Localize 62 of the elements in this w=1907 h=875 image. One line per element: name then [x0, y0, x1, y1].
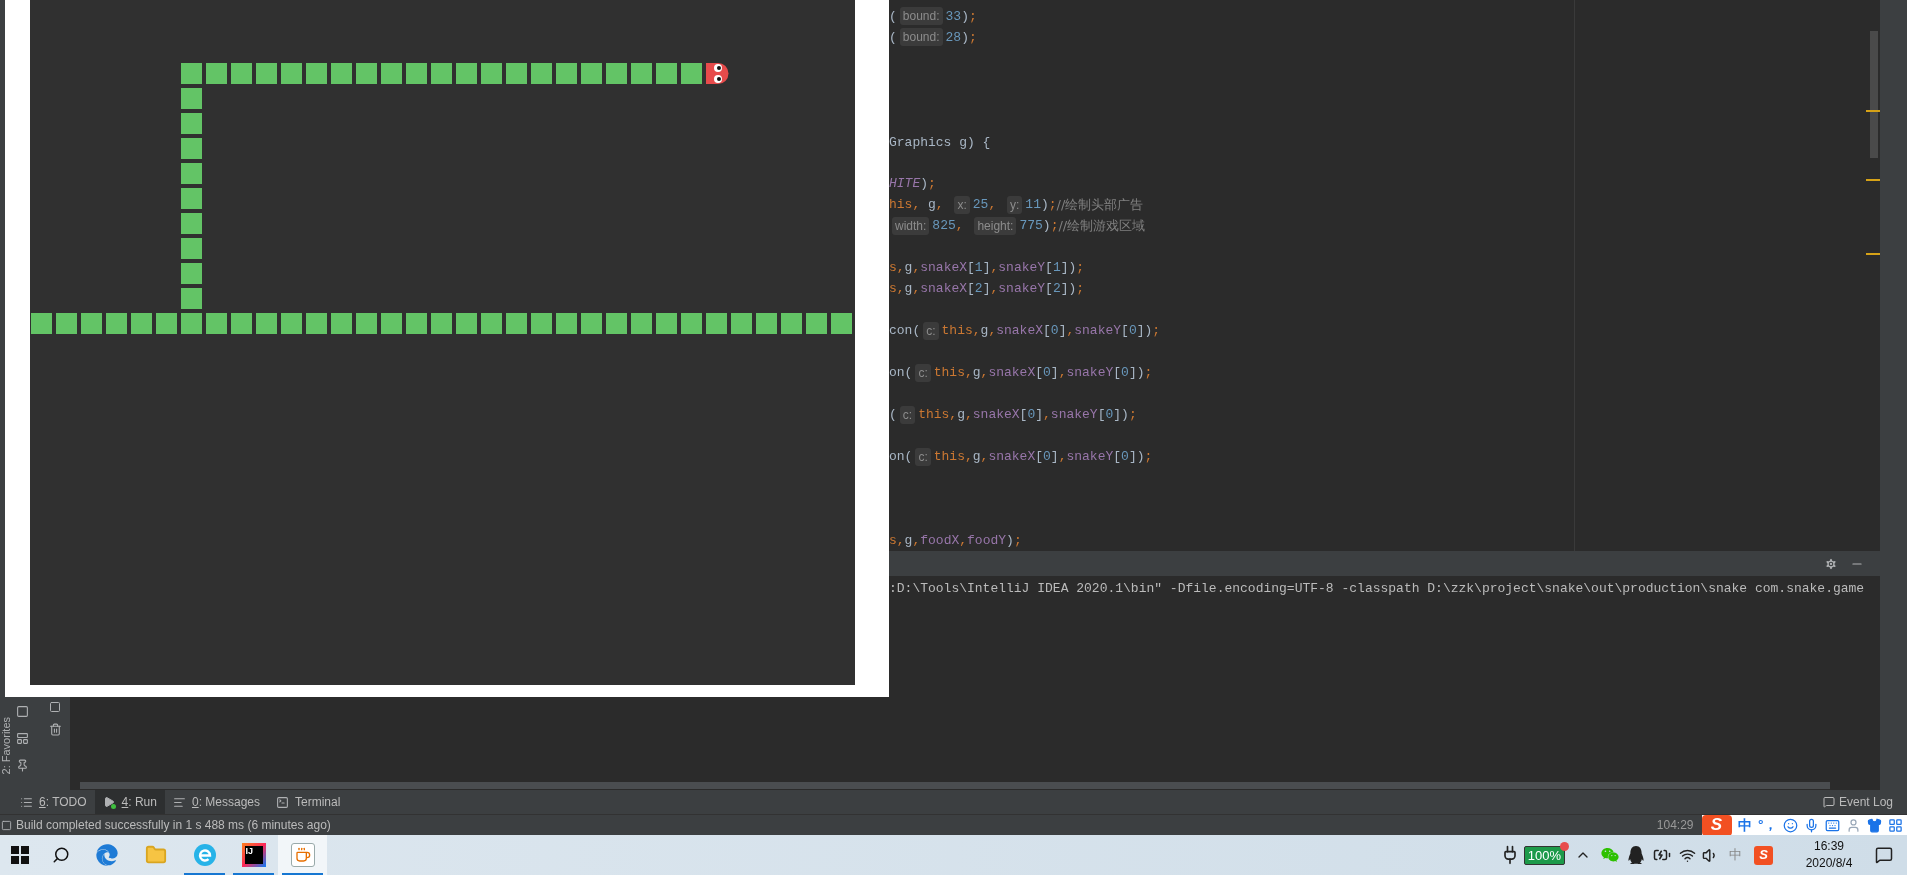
search-icon — [52, 846, 70, 864]
input-language[interactable]: 中 — [1729, 845, 1742, 865]
speech-bubble-icon — [1822, 796, 1835, 808]
caret-position[interactable]: 104:29 — [1656, 816, 1694, 834]
taskbar-app[interactable] — [278, 835, 327, 875]
code-line: s,g,foodX,foodY); — [889, 531, 1023, 550]
code-line: width: 825, height: 775);//绘制游戏区域 — [889, 215, 1574, 237]
tool-window-tab[interactable]: 4: Run — [94, 790, 165, 814]
status-message: Build completed successfully in 1 s 488 ms (6 minutes ago) — [16, 817, 331, 834]
folder-icon — [144, 844, 167, 866]
terminal-icon — [276, 795, 289, 809]
shirt-icon[interactable] — [1867, 817, 1882, 833]
favorites-tab[interactable]: 2: Favorites — [0, 716, 12, 774]
code-line: Graphics g) { — [889, 133, 992, 152]
horizontal-scrollbar[interactable] — [80, 782, 1830, 789]
code-line: his, g, x: 25, y: 11);//绘制头部广告 — [889, 195, 1145, 216]
smiley-icon[interactable] — [1783, 817, 1798, 833]
scrollbar-thumb[interactable] — [1870, 31, 1878, 158]
code-line: s,g,snakeX[2],snakeY[2]); — [889, 280, 1086, 299]
code-line: ( bound: 33); — [889, 6, 978, 27]
pin-icon[interactable] — [15, 759, 29, 772]
code-line: on( c: this,g,snakeX[0],snakeY[0]); — [889, 362, 1154, 384]
person-icon[interactable] — [1846, 817, 1861, 833]
keyboard-icon[interactable] — [1825, 817, 1840, 833]
event-log-button[interactable]: Event Log — [1822, 793, 1893, 811]
list-icon — [20, 795, 33, 809]
square-icon[interactable] — [49, 701, 61, 713]
layout-icon[interactable] — [15, 732, 29, 745]
ime-logo[interactable]: S — [1701, 814, 1732, 836]
grid-icon[interactable] — [1888, 817, 1903, 833]
code-line: HITE); — [889, 175, 937, 194]
code-line: con( c: this,g,snakeX[0],snakeY[0]); — [889, 321, 1162, 342]
warning-marker[interactable] — [1866, 110, 1880, 112]
ime-tray-logo[interactable]: S — [1754, 845, 1773, 865]
taskbar-app[interactable]: IJ — [229, 835, 278, 875]
code-line: ( bound: 28); — [889, 27, 978, 48]
ime-punctuation[interactable]: °， — [1757, 815, 1777, 835]
code-line: s,g,snakeX[1],snakeY[1]); — [889, 259, 1086, 278]
console-output: :D:\Tools\IntelliJ IDEA 2020.1\bin" -Dfile.encoding=UTF-8 -classpath D:\zzk\project\snake\out\production\snake com.snake.game — [889, 580, 1866, 598]
settings-icon[interactable] — [1824, 556, 1838, 571]
java-icon — [290, 843, 315, 867]
tool-window-tab[interactable]: Terminal — [268, 790, 349, 814]
messages-icon — [172, 795, 186, 809]
warning-marker[interactable] — [1866, 253, 1880, 255]
clock[interactable]: 16:39 2020/8/4 — [1791, 838, 1867, 872]
warning-marker[interactable] — [1866, 179, 1880, 181]
penguin-icon[interactable] — [1627, 846, 1645, 864]
windows-icon — [11, 846, 29, 864]
ide-icon: IJ — [241, 843, 266, 867]
notification-icon[interactable] — [1875, 846, 1893, 864]
square-icon[interactable] — [15, 705, 29, 718]
tool-window-tab[interactable]: 0: Messages — [164, 790, 268, 814]
edge-icon — [95, 844, 118, 866]
ime-mode[interactable]: 中 — [1737, 814, 1752, 836]
status-icon[interactable] — [1, 819, 12, 831]
code-line: ( c: this,g,snakeX[0],snakeY[0]); — [889, 404, 1138, 426]
code-line: on( c: this,g,snakeX[0],snakeY[0]); — [889, 446, 1154, 468]
tool-window-tab[interactable]: 6: TODO — [12, 790, 95, 814]
trash-icon[interactable] — [48, 723, 62, 736]
microphone-icon[interactable] — [1804, 817, 1819, 833]
play-icon — [102, 795, 116, 809]
browser-icon — [192, 843, 217, 867]
